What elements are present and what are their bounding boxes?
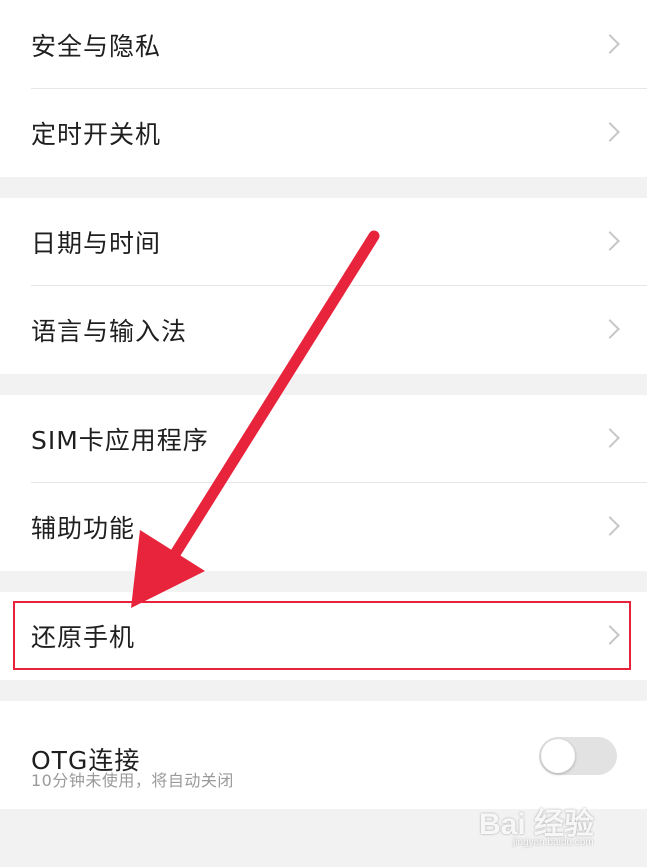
- settings-screen: 安全与隐私 定时开关机 日期与时间 语言与输入法 SIM卡应用程序 辅助功能 还…: [0, 0, 647, 867]
- settings-item-language-input[interactable]: 语言与输入法: [0, 286, 647, 374]
- otg-sublabel: 10分钟未使用，将自动关闭: [31, 771, 234, 790]
- settings-item-security-privacy[interactable]: 安全与隐私: [0, 0, 647, 89]
- settings-item-label: 还原手机: [31, 623, 136, 652]
- settings-item-sim-apps[interactable]: SIM卡应用程序: [0, 395, 647, 483]
- settings-item-date-time[interactable]: 日期与时间: [0, 198, 647, 286]
- settings-item-reset-phone[interactable]: 还原手机: [0, 592, 647, 680]
- chevron-right-icon: [600, 625, 620, 645]
- settings-item-label: 安全与隐私: [31, 31, 162, 61]
- chevron-right-icon: [600, 231, 620, 251]
- chevron-right-icon: [600, 319, 620, 339]
- settings-item-accessibility[interactable]: 辅助功能: [0, 483, 647, 571]
- otg-toggle-switch[interactable]: [539, 737, 617, 775]
- settings-item-label: 语言与输入法: [31, 317, 188, 346]
- settings-group-2: 日期与时间 语言与输入法: [0, 198, 647, 374]
- settings-item-label: SIM卡应用程序: [31, 426, 209, 455]
- chevron-right-icon: [600, 33, 620, 54]
- settings-item-scheduled-power[interactable]: 定时开关机: [0, 89, 647, 177]
- chevron-right-icon: [600, 516, 620, 536]
- toggle-knob: [541, 739, 575, 773]
- settings-group-5: OTG连接 10分钟未使用，将自动关闭: [0, 701, 647, 809]
- chevron-right-icon: [600, 122, 620, 142]
- settings-item-label: 定时开关机: [31, 120, 162, 149]
- settings-group-1: 安全与隐私 定时开关机: [0, 0, 647, 177]
- settings-item-otg: OTG连接 10分钟未使用，将自动关闭: [0, 701, 647, 809]
- settings-group-3: SIM卡应用程序 辅助功能: [0, 395, 647, 571]
- watermark-sub: jingyan.baidu.com: [513, 837, 594, 848]
- settings-group-4: 还原手机: [0, 592, 647, 680]
- chevron-right-icon: [600, 428, 620, 448]
- settings-item-label: 日期与时间: [31, 229, 162, 258]
- settings-item-label: 辅助功能: [31, 514, 136, 543]
